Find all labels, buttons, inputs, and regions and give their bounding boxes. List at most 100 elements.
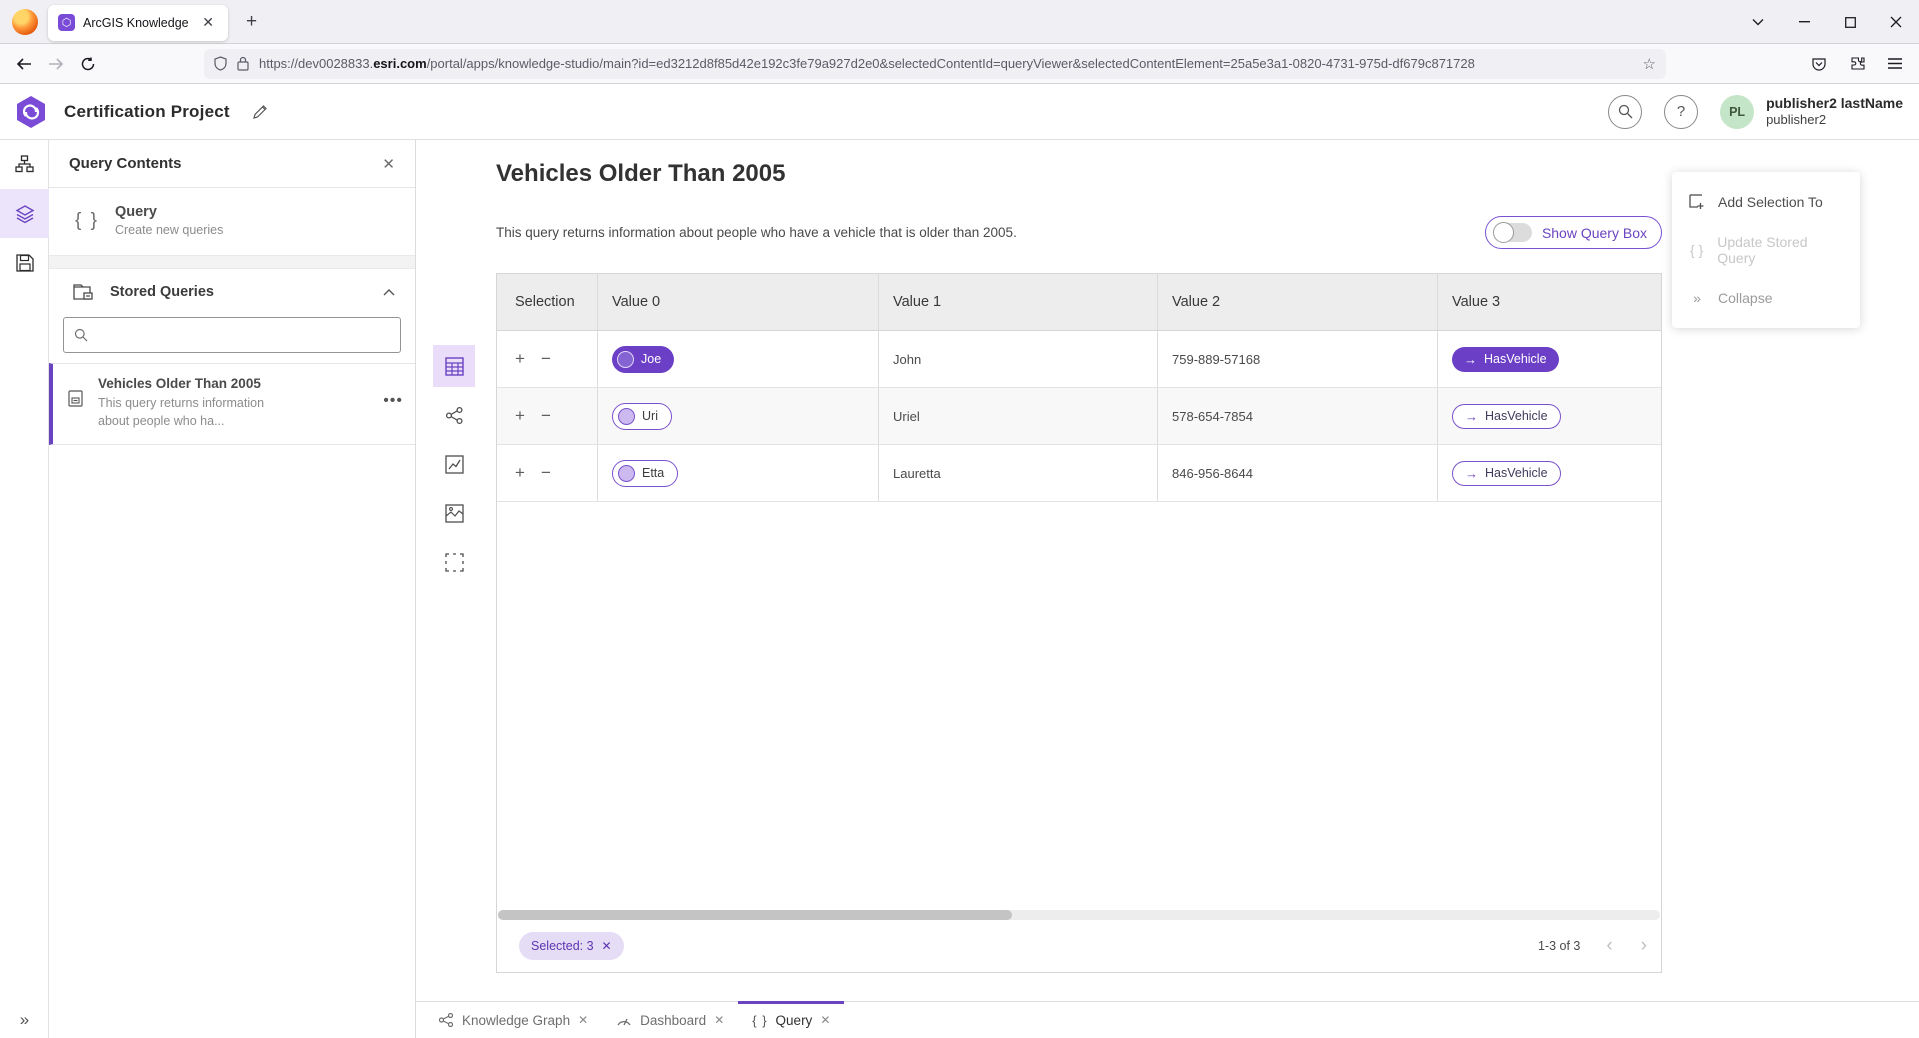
panel-title: Query Contents [69, 155, 382, 172]
firefox-icon[interactable] [12, 9, 38, 35]
chevron-up-icon[interactable] [383, 289, 395, 296]
graph-view-icon[interactable] [433, 394, 475, 436]
menu-item-collapse[interactable]: » Collapse [1672, 278, 1860, 318]
list-tabs-icon[interactable] [1735, 0, 1781, 44]
column-header-value1[interactable]: Value 1 [879, 274, 1158, 330]
arrow-icon: → [1464, 352, 1477, 367]
arrow-icon: → [1465, 409, 1478, 424]
arcgis-knowledge-logo [16, 95, 46, 129]
tracking-shield-icon[interactable] [214, 56, 227, 71]
search-input[interactable] [96, 328, 390, 343]
back-icon[interactable] [8, 49, 40, 79]
stored-queries-header[interactable]: Stored Queries [49, 269, 415, 311]
window-close-button[interactable] [1873, 0, 1919, 44]
url-bar[interactable]: https://dev0028833.esri.com/portal/apps/… [204, 49, 1666, 79]
table-header-row: Selection Value 0 Value 1 Value 2 Value … [497, 274, 1661, 331]
map-view-icon[interactable] [433, 492, 475, 534]
column-header-value2[interactable]: Value 2 [1158, 274, 1438, 330]
entity-pill[interactable]: Uri [612, 403, 672, 430]
selected-count-chip[interactable]: Selected: 3 ✕ [519, 932, 624, 960]
window-minimize-button[interactable] [1781, 0, 1827, 44]
page-next-icon[interactable]: › [1641, 935, 1647, 957]
tab-title: ArcGIS Knowledge Studio [83, 16, 190, 30]
menu-item-add-selection-to[interactable]: Add Selection To [1672, 182, 1860, 222]
browser-nav-bar: https://dev0028833.esri.com/portal/apps/… [0, 44, 1919, 84]
add-to-selection-button[interactable]: + [515, 349, 525, 369]
column-header-value0[interactable]: Value 0 [598, 274, 879, 330]
forward-icon[interactable] [40, 49, 72, 79]
cell-name: John [893, 352, 921, 367]
stored-query-description: This query returns information about peo… [98, 395, 298, 430]
entity-dot-icon [618, 465, 635, 482]
extensions-puzzle-icon[interactable] [1841, 49, 1873, 79]
cell-name: Lauretta [893, 466, 941, 481]
user-menu[interactable]: PL publisher2 lastName publisher2 [1720, 95, 1903, 129]
relationship-pill[interactable]: →HasVehicle [1452, 347, 1559, 372]
selection-context-menu: Add Selection To { } Update Stored Query… [1672, 172, 1860, 328]
browser-tab[interactable]: ⬡ ArcGIS Knowledge Studio ✕ [48, 5, 228, 41]
chart-view-icon[interactable] [433, 443, 475, 485]
stored-query-options-icon[interactable]: ••• [383, 392, 403, 410]
new-tab-button[interactable]: + [242, 9, 261, 35]
collapse-chevrons-icon: » [1688, 290, 1706, 306]
section-divider [49, 255, 415, 269]
remove-from-selection-button[interactable]: − [541, 406, 551, 426]
show-query-box-toggle[interactable]: Show Query Box [1485, 216, 1662, 249]
remove-from-selection-button[interactable]: − [541, 463, 551, 483]
bookmark-star-icon[interactable]: ☆ [1643, 55, 1656, 73]
toggle-track-icon [1494, 223, 1532, 242]
cell-phone: 578-654-7854 [1172, 409, 1253, 424]
table-row: + − Uri Uriel 578-654-7854 →HasVehicle [497, 388, 1661, 445]
view-toolbar [433, 345, 475, 583]
remove-from-selection-button[interactable]: − [541, 349, 551, 369]
stored-query-item[interactable]: Vehicles Older Than 2005 This query retu… [49, 363, 415, 445]
search-button[interactable] [1608, 95, 1642, 129]
window-maximize-button[interactable] [1827, 0, 1873, 44]
add-to-selection-button[interactable]: + [515, 463, 525, 483]
edit-title-pencil-icon[interactable] [252, 104, 268, 120]
tab-close-icon[interactable]: ✕ [198, 12, 218, 33]
select-view-icon[interactable] [433, 541, 475, 583]
relationship-pill[interactable]: →HasVehicle [1452, 461, 1561, 486]
help-button[interactable]: ? [1664, 95, 1698, 129]
cell-phone: 846-956-8644 [1172, 466, 1253, 481]
table-row: + − Etta Lauretta 846-956-8644 →HasVehic… [497, 445, 1661, 502]
column-header-value3[interactable]: Value 3 [1438, 274, 1661, 330]
relationship-pill[interactable]: →HasVehicle [1452, 404, 1561, 429]
rail-save-icon[interactable] [0, 238, 49, 287]
query-create-item[interactable]: { } Query Create new queries [49, 188, 415, 255]
close-tab-icon[interactable]: ✕ [578, 1013, 588, 1027]
expand-rail-icon[interactable]: » [0, 1010, 49, 1030]
entity-pill[interactable]: Joe [612, 346, 674, 373]
rail-data-model-icon[interactable] [0, 140, 49, 189]
panel-close-icon[interactable]: ✕ [382, 155, 395, 173]
close-tab-icon[interactable]: ✕ [820, 1013, 830, 1027]
menu-item-update-stored-query[interactable]: { } Update Stored Query [1672, 222, 1860, 278]
table-view-icon[interactable] [433, 345, 475, 387]
tab-query[interactable]: { } Query ✕ [738, 1002, 844, 1038]
app-header: Certification Project ? PL publisher2 la… [0, 84, 1919, 140]
page-previous-icon[interactable]: ‹ [1606, 935, 1612, 957]
stored-queries-search[interactable] [63, 317, 401, 353]
reload-icon[interactable] [72, 49, 104, 79]
arrow-icon: → [1465, 466, 1478, 481]
lock-icon[interactable] [237, 56, 249, 71]
pagination-range: 1-3 of 3 [1538, 939, 1580, 953]
project-title: Certification Project [64, 102, 230, 122]
table-row: + − Joe John 759-889-57168 →HasVehicle [497, 331, 1661, 388]
entity-pill[interactable]: Etta [612, 460, 678, 487]
close-tab-icon[interactable]: ✕ [714, 1013, 724, 1027]
tab-dashboard[interactable]: Dashboard ✕ [602, 1002, 738, 1038]
tab-knowledge-graph[interactable]: Knowledge Graph ✕ [424, 1002, 602, 1038]
pocket-icon[interactable] [1803, 49, 1835, 79]
column-header-selection[interactable]: Selection [497, 274, 598, 330]
clear-selection-icon[interactable]: ✕ [602, 939, 612, 953]
braces-icon: { } [752, 1013, 767, 1028]
scrollbar-thumb[interactable] [498, 910, 1012, 920]
add-to-selection-button[interactable]: + [515, 406, 525, 426]
menu-hamburger-icon[interactable] [1879, 49, 1911, 79]
rail-layers-icon[interactable] [0, 189, 49, 238]
stored-query-icon [67, 390, 84, 407]
page-title: Vehicles Older Than 2005 [496, 160, 1662, 188]
horizontal-scrollbar[interactable] [498, 910, 1660, 920]
